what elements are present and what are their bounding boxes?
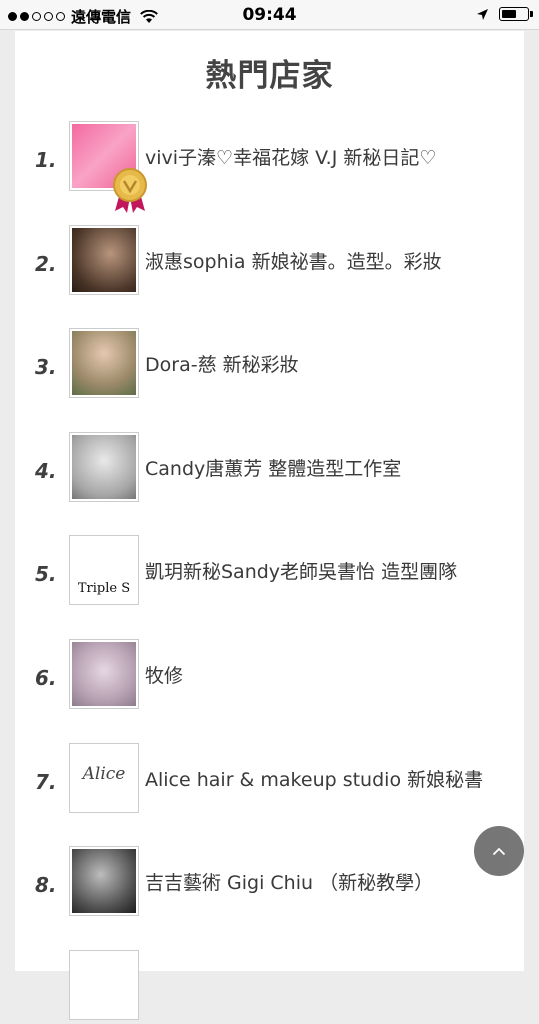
rank-number: 1. bbox=[35, 148, 57, 172]
clock: 09:44 bbox=[242, 5, 297, 25]
shop-name[interactable]: 凱玥新秘Sandy老師吳書怡 造型團隊 bbox=[145, 557, 457, 584]
shop-list-item[interactable] bbox=[15, 950, 524, 1024]
shop-name[interactable]: Candy唐蕙芳 整體造型工作室 bbox=[145, 454, 401, 481]
shop-list-item[interactable]: 3. Dora-慈 新秘彩妝 bbox=[15, 328, 524, 402]
shop-photo: Alice bbox=[72, 746, 136, 810]
shop-name[interactable]: 吉吉藝術 Gigi Chiu （新秘教學） bbox=[145, 868, 433, 895]
rank-number: 3. bbox=[35, 355, 57, 379]
shop-thumbnail[interactable] bbox=[69, 846, 139, 916]
rank-number: 5. bbox=[35, 562, 57, 586]
shop-photo bbox=[72, 642, 136, 706]
content-card: 熱門店家 1. vivi子溱♡幸福花嫁 V.J 新秘日記♡ 2. 淑惠sophia 新… bbox=[15, 31, 524, 1020]
rank-number: 7. bbox=[35, 770, 57, 794]
status-bar: 遠傳電信 09:44 bbox=[0, 0, 539, 30]
shop-thumbnail[interactable] bbox=[69, 950, 139, 1020]
shop-thumbnail[interactable] bbox=[69, 225, 139, 295]
shop-list-item[interactable]: 5. Triple S 凱玥新秘Sandy老師吳書怡 造型團隊 bbox=[15, 535, 524, 609]
page-title: 熱門店家 bbox=[205, 58, 334, 94]
shop-photo: Triple S bbox=[72, 538, 136, 602]
shop-photo bbox=[72, 228, 136, 292]
shop-thumbnail[interactable]: Triple S bbox=[69, 535, 139, 605]
shop-list-item[interactable]: 6. 牧修 bbox=[15, 639, 524, 713]
shop-thumbnail[interactable] bbox=[69, 639, 139, 709]
shop-photo bbox=[72, 953, 136, 1017]
rank-number: 6. bbox=[35, 666, 57, 690]
shop-name[interactable]: 牧修 bbox=[145, 661, 183, 688]
shop-photo bbox=[72, 849, 136, 913]
rank-number: 2. bbox=[35, 252, 57, 276]
shop-name[interactable]: vivi子溱♡幸福花嫁 V.J 新秘日記♡ bbox=[145, 143, 436, 170]
location-arrow-icon bbox=[477, 8, 488, 20]
status-right bbox=[476, 7, 533, 21]
shop-list-item[interactable]: 8. 吉吉藝術 Gigi Chiu （新秘教學） bbox=[15, 846, 524, 920]
shop-logo-text: Triple S bbox=[77, 581, 131, 596]
gold-medal-icon bbox=[113, 168, 147, 213]
chevron-up-icon bbox=[492, 847, 506, 855]
rank-number: 4. bbox=[35, 459, 57, 483]
scroll-to-top-button[interactable] bbox=[474, 826, 524, 876]
shop-photo bbox=[72, 331, 136, 395]
shop-list-item[interactable]: 4. Candy唐蕙芳 整體造型工作室 bbox=[15, 432, 524, 506]
shop-list-item[interactable]: 2. 淑惠sophia 新娘祕書。造型。彩妝 bbox=[15, 225, 524, 299]
shop-name[interactable]: 淑惠sophia 新娘祕書。造型。彩妝 bbox=[145, 247, 442, 274]
battery-icon bbox=[499, 7, 533, 21]
shop-list-item[interactable]: 7. Alice Alice hair & makeup studio 新娘秘書 bbox=[15, 743, 524, 817]
shop-list-item[interactable]: 1. vivi子溱♡幸福花嫁 V.J 新秘日記♡ bbox=[15, 121, 524, 213]
shop-thumbnail[interactable]: Alice bbox=[69, 743, 139, 813]
shop-name[interactable]: Dora-慈 新秘彩妝 bbox=[145, 350, 299, 377]
shop-thumbnail[interactable] bbox=[69, 432, 139, 502]
shop-thumbnail[interactable] bbox=[69, 328, 139, 398]
shop-photo bbox=[72, 435, 136, 499]
shop-name[interactable]: Alice hair & makeup studio 新娘秘書 bbox=[145, 765, 483, 792]
rank-number: 8. bbox=[35, 873, 57, 897]
shop-logo-text: Alice bbox=[82, 764, 126, 784]
